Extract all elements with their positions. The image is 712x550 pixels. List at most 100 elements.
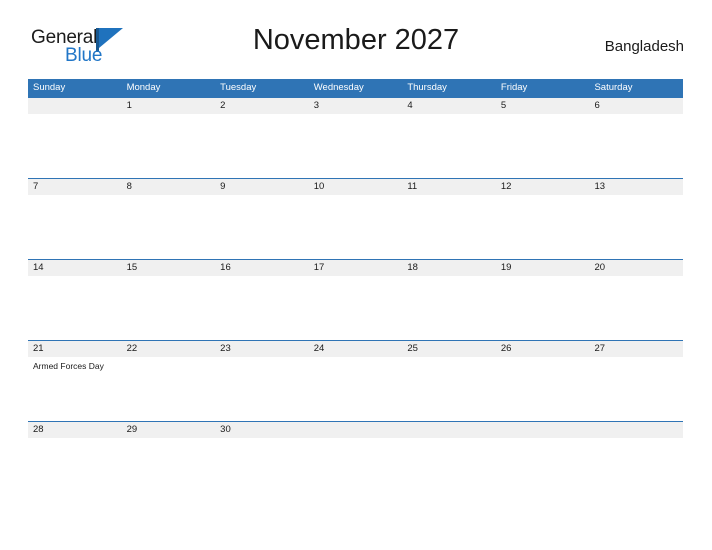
day-number-empty <box>496 422 590 438</box>
day-cell-25[interactable] <box>402 357 496 421</box>
weekday-wednesday: Wednesday <box>313 82 364 93</box>
day-number-5[interactable]: 5 <box>496 98 590 114</box>
day-number-28[interactable]: 28 <box>28 422 122 438</box>
day-cell-28[interactable] <box>28 438 122 502</box>
day-number-10[interactable]: 10 <box>309 179 403 195</box>
day-number-23[interactable]: 23 <box>215 341 309 357</box>
day-cell-13[interactable] <box>589 195 683 259</box>
weekday-thursday: Thursday <box>407 82 447 93</box>
day-number-14[interactable]: 14 <box>28 260 122 276</box>
day-cell-21[interactable]: Armed Forces Day <box>28 357 122 421</box>
day-number-empty <box>589 422 683 438</box>
date-number-band: 14 15 16 17 18 19 20 <box>28 259 683 276</box>
day-cell-12[interactable] <box>496 195 590 259</box>
day-number-30[interactable]: 30 <box>215 422 309 438</box>
day-cell-19[interactable] <box>496 276 590 340</box>
day-cell-16[interactable] <box>215 276 309 340</box>
day-cell-15[interactable] <box>122 276 216 340</box>
day-cell-3[interactable] <box>309 114 403 178</box>
day-number-empty <box>28 98 122 114</box>
day-number-27[interactable]: 27 <box>589 341 683 357</box>
day-cell-26[interactable] <box>496 357 590 421</box>
day-cell-6[interactable] <box>589 114 683 178</box>
day-cell-8[interactable] <box>122 195 216 259</box>
calendar-week-row: 21 22 23 24 25 26 27 Armed Forces Day <box>28 340 683 421</box>
day-number-3[interactable]: 3 <box>309 98 403 114</box>
calendar-page: General Blue November 2027 Bangladesh Su… <box>0 0 712 550</box>
day-cell-14[interactable] <box>28 276 122 340</box>
day-number-24[interactable]: 24 <box>309 341 403 357</box>
weekday-saturday: Saturday <box>594 82 633 93</box>
day-number-7[interactable]: 7 <box>28 179 122 195</box>
day-number-16[interactable]: 16 <box>215 260 309 276</box>
day-cell-11[interactable] <box>402 195 496 259</box>
calendar-weeks: 1 2 3 4 5 6 7 8 9 10 11 12 13 14 15 16 17 18 19 20 21 22 23 24 2… <box>28 97 683 502</box>
day-cell-30[interactable] <box>215 438 309 502</box>
day-number-22[interactable]: 22 <box>122 341 216 357</box>
calendar-week-row: 123456 <box>28 97 683 178</box>
day-number-29[interactable]: 29 <box>122 422 216 438</box>
day-cell-7[interactable] <box>28 195 122 259</box>
holiday-label: Armed Forces Day <box>33 361 104 371</box>
day-cell-2[interactable] <box>215 114 309 178</box>
date-number-band: 28 29 30 <box>28 421 683 438</box>
day-number-20[interactable]: 20 <box>589 260 683 276</box>
day-cell-empty <box>589 438 683 502</box>
day-cell-27[interactable] <box>589 357 683 421</box>
day-cell-empty <box>28 114 122 178</box>
calendar-grid: Sunday Monday Tuesday Wednesday Thursday… <box>28 79 683 502</box>
day-cell-17[interactable] <box>309 276 403 340</box>
day-number-9[interactable]: 9 <box>215 179 309 195</box>
day-number-empty <box>309 422 403 438</box>
date-number-band: 7 8 9 10 11 12 13 <box>28 178 683 195</box>
events-row <box>28 438 683 502</box>
day-number-2[interactable]: 2 <box>215 98 309 114</box>
day-cell-4[interactable] <box>402 114 496 178</box>
day-number-4[interactable]: 4 <box>402 98 496 114</box>
day-cell-empty <box>309 438 403 502</box>
day-cell-1[interactable] <box>122 114 216 178</box>
day-cell-empty <box>496 438 590 502</box>
day-number-13[interactable]: 13 <box>589 179 683 195</box>
date-number-band: 21 22 23 24 25 26 27 <box>28 340 683 357</box>
country-label: Bangladesh <box>604 38 684 55</box>
day-cell-29[interactable] <box>122 438 216 502</box>
events-row <box>28 195 683 259</box>
weekday-monday: Monday <box>126 82 161 93</box>
day-cell-5[interactable] <box>496 114 590 178</box>
day-cell-24[interactable] <box>309 357 403 421</box>
weekday-tuesday: Tuesday <box>220 82 257 93</box>
day-cell-18[interactable] <box>402 276 496 340</box>
day-number-12[interactable]: 12 <box>496 179 590 195</box>
day-cell-23[interactable] <box>215 357 309 421</box>
day-number-11[interactable]: 11 <box>402 179 496 195</box>
calendar-week-row: 7 8 9 10 11 12 13 <box>28 178 683 259</box>
day-number-18[interactable]: 18 <box>402 260 496 276</box>
events-row <box>28 276 683 340</box>
day-cell-empty <box>402 438 496 502</box>
day-cell-20[interactable] <box>589 276 683 340</box>
day-number-17[interactable]: 17 <box>309 260 403 276</box>
day-number-26[interactable]: 26 <box>496 341 590 357</box>
day-number-19[interactable]: 19 <box>496 260 590 276</box>
day-number-8[interactable]: 8 <box>122 179 216 195</box>
page-header: General Blue November 2027 Bangladesh <box>28 24 684 72</box>
day-cell-22[interactable] <box>122 357 216 421</box>
day-number-1[interactable]: 1 <box>122 98 216 114</box>
events-row <box>28 114 683 178</box>
day-number-6[interactable]: 6 <box>589 98 683 114</box>
weekday-header-row: Sunday Monday Tuesday Wednesday Thursday… <box>28 79 683 97</box>
day-number-25[interactable]: 25 <box>402 341 496 357</box>
day-number-15[interactable]: 15 <box>122 260 216 276</box>
events-row: Armed Forces Day <box>28 357 683 421</box>
day-cell-9[interactable] <box>215 195 309 259</box>
day-cell-10[interactable] <box>309 195 403 259</box>
weekday-sunday: Sunday <box>33 82 66 93</box>
calendar-week-row: 28 29 30 <box>28 421 683 502</box>
page-title: November 2027 <box>252 24 460 56</box>
day-number-21[interactable]: 21 <box>28 341 122 357</box>
day-number-empty <box>402 422 496 438</box>
weekday-friday: Friday <box>500 82 528 93</box>
calendar-week-row: 14 15 16 17 18 19 20 <box>28 259 683 340</box>
date-number-band: 123456 <box>28 97 683 114</box>
